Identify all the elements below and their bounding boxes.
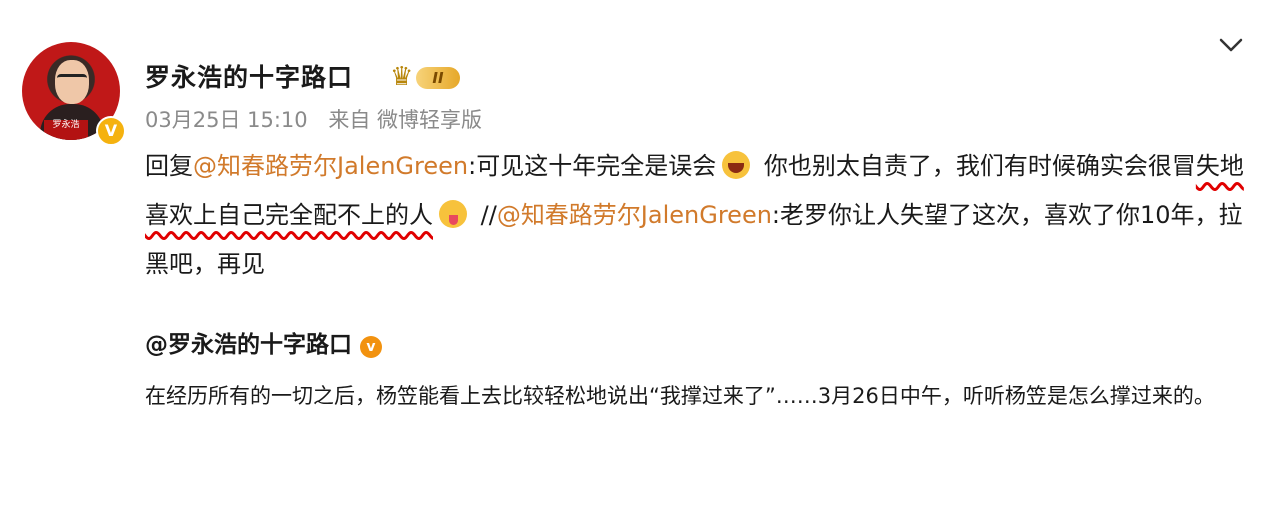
avatar-name-plate: 罗永浩 <box>44 120 88 140</box>
vip-level-label: II <box>416 67 460 89</box>
mention-link[interactable]: @知春路劳尔JalenGreen <box>497 201 772 229</box>
reply-prefix: 回复 <box>145 152 193 180</box>
content-text: 你也别太自责了，我们有时候确实会很冒 <box>756 152 1196 180</box>
verified-badge-icon: v <box>360 336 382 358</box>
tongue-emoji-icon <box>439 200 467 228</box>
repost-separator: // <box>473 201 497 229</box>
author-name[interactable]: 罗永浩的十字路口 <box>145 58 353 94</box>
quoted-text[interactable]: 在经历所有的一切之后，杨笠能看上去比较轻松地说出“我撑过来了”……3月26日中午… <box>145 372 1245 421</box>
quoted-author[interactable]: @罗永浩的十字路口 v <box>145 325 382 359</box>
vip-badge[interactable]: ♛ II <box>390 62 464 92</box>
verified-badge-icon: V <box>96 116 126 146</box>
post-source: 来自 微博轻享版 <box>328 108 483 132</box>
post-content: 回复@知春路劳尔JalenGreen:可见这十年完全是误会 你也别太自责了，我们… <box>145 142 1255 289</box>
content-text: :可见这十年完全是误会 <box>468 152 717 180</box>
mention-link[interactable]: @知春路劳尔JalenGreen <box>193 152 468 180</box>
laugh-emoji-icon <box>722 151 751 179</box>
chevron-down-icon[interactable] <box>1216 30 1246 60</box>
weibo-post: 罗永浩 V 罗永浩的十字路口 ♛ II 03月25日 15:10 来自 微博轻享… <box>0 0 1280 518</box>
post-meta: 03月25日 15:10 来自 微博轻享版 <box>145 104 482 134</box>
post-date[interactable]: 03月25日 15:10 <box>145 108 308 132</box>
avatar-glasses-shape <box>57 74 87 84</box>
quoted-author-name[interactable]: @罗永浩的十字路口 <box>145 332 352 358</box>
